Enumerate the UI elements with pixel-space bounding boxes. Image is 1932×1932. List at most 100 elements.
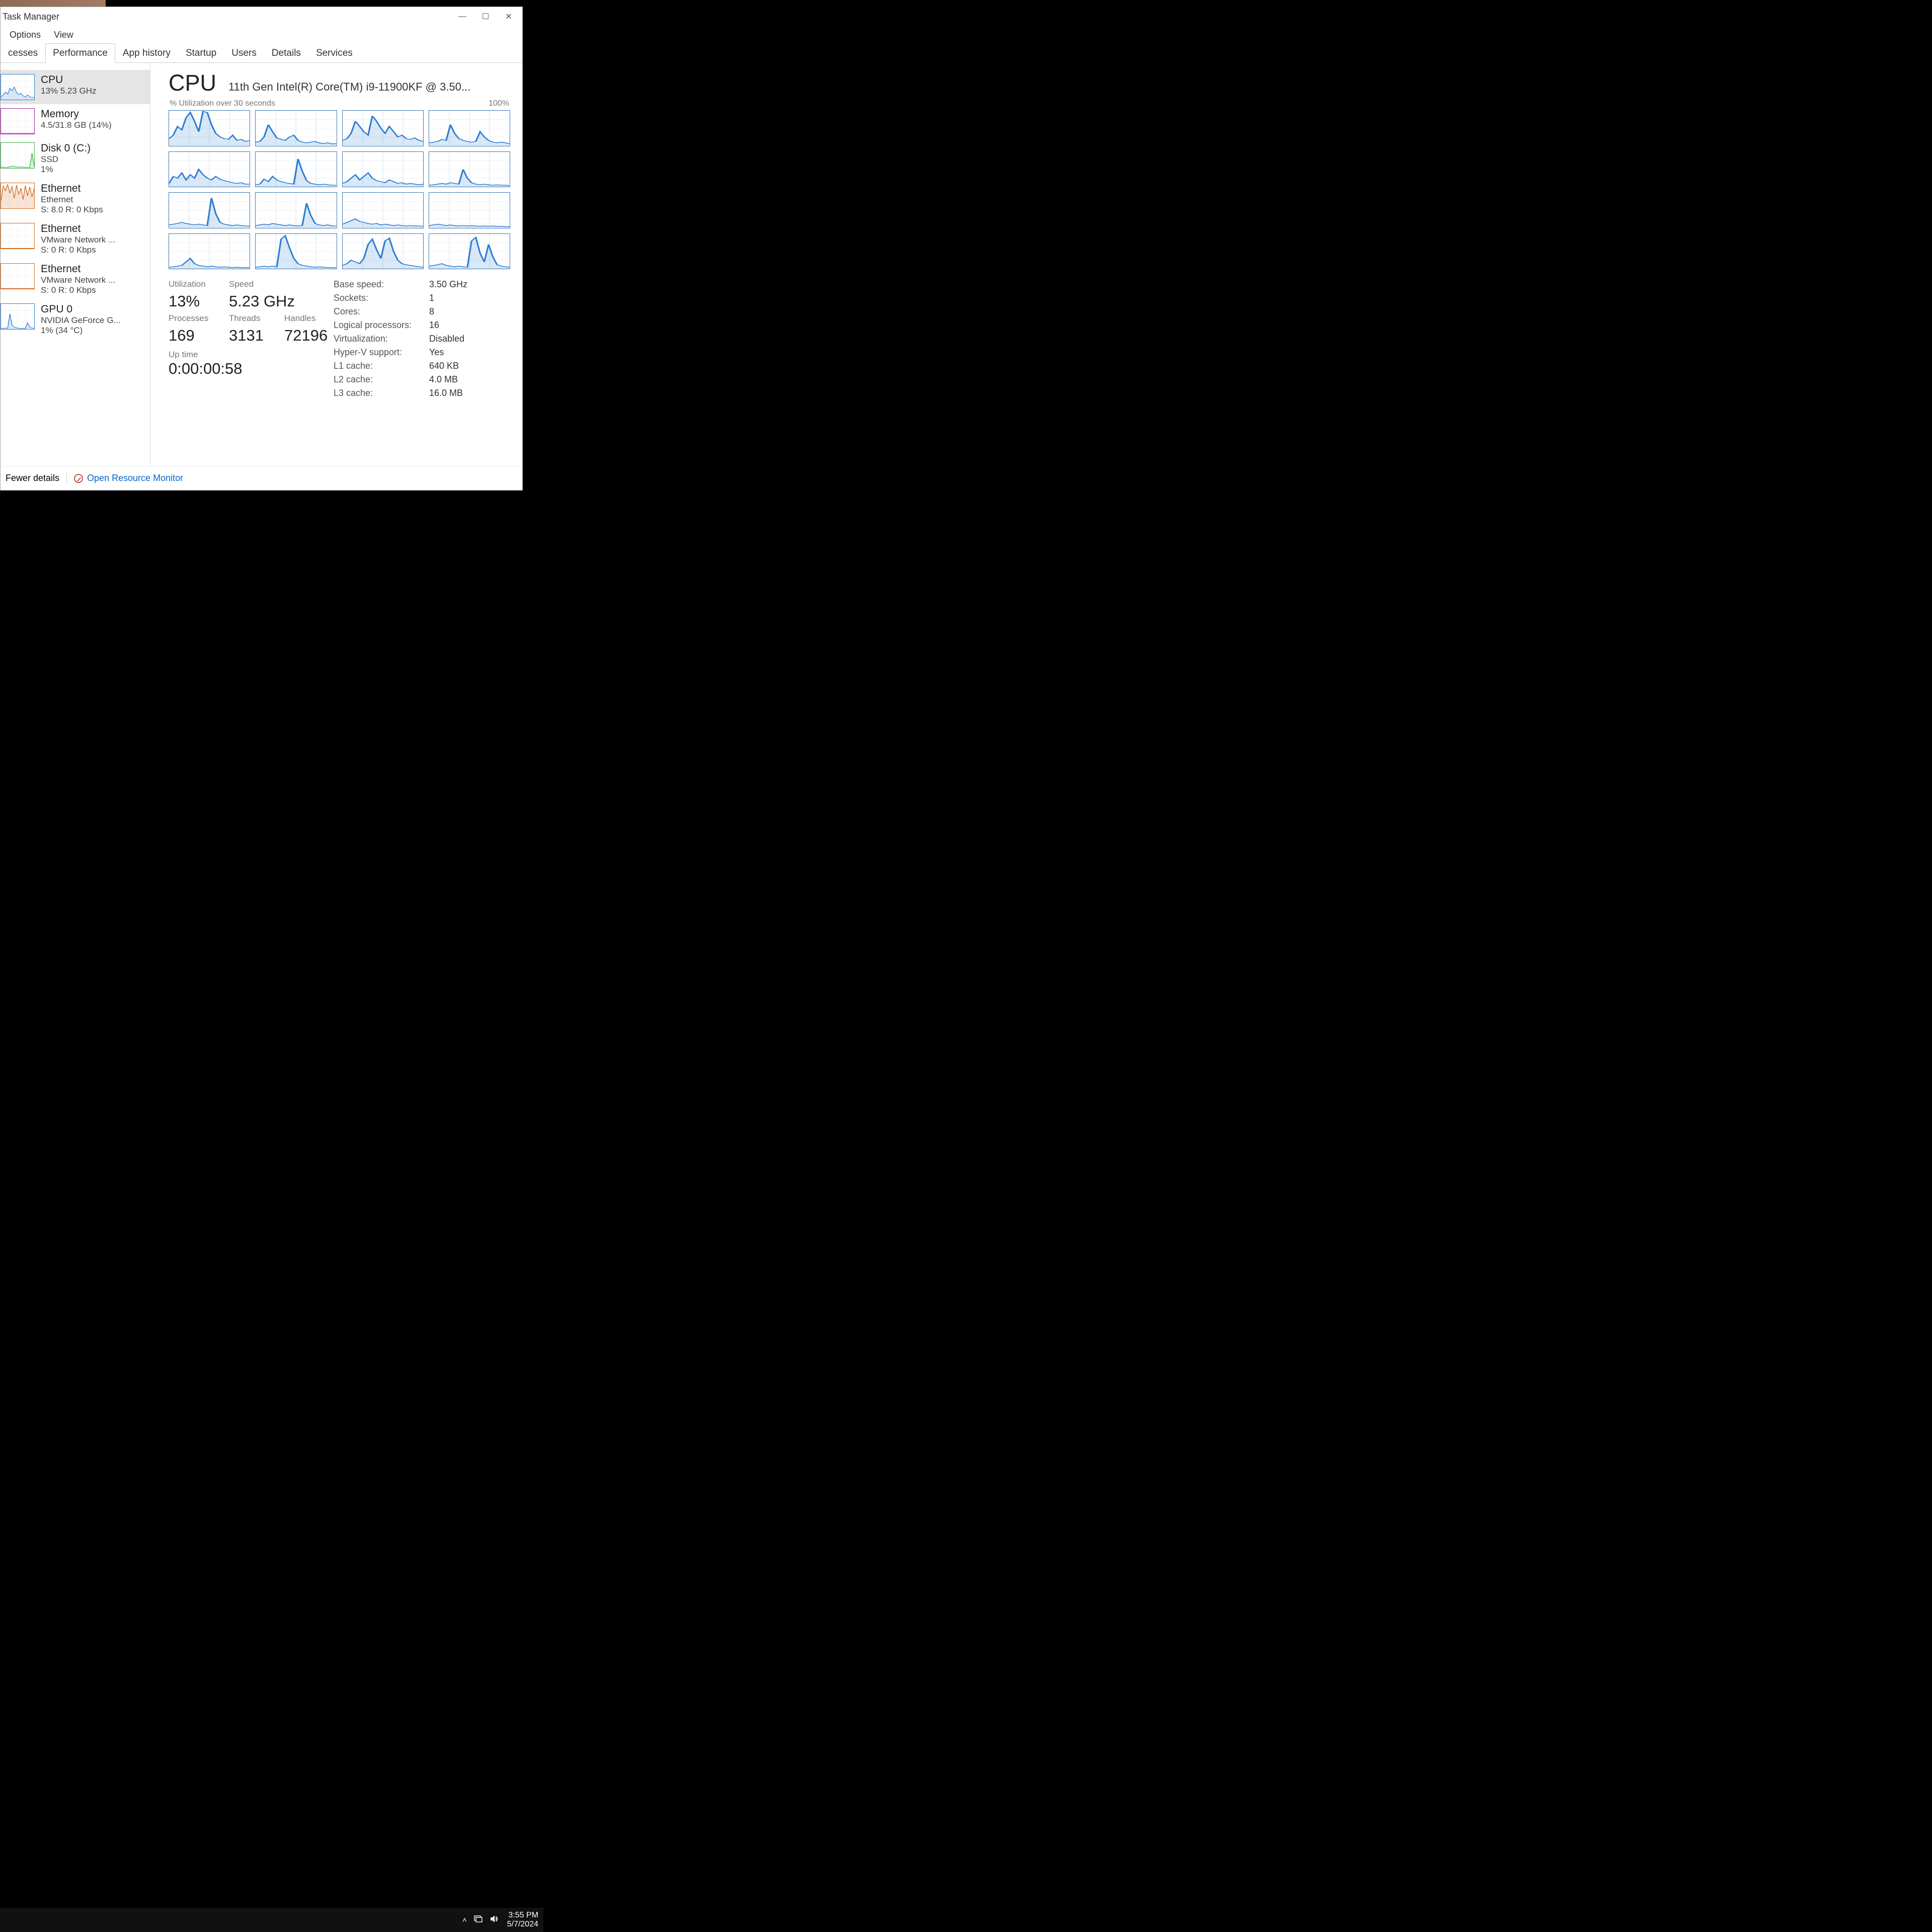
tab-startup[interactable]: Startup (178, 43, 224, 63)
tray-chevron-up-icon[interactable]: ˄ (462, 1916, 467, 1924)
clock-date: 5/7/2024 (507, 1920, 538, 1929)
utilization-value: 13% (169, 292, 229, 310)
sidebar-item-cpu[interactable]: CPU13% 5.23 GHz (1, 70, 150, 104)
open-resource-monitor-link[interactable]: Open Resource Monitor (74, 473, 183, 484)
sidebar-line3: S: 8.0 R: 0 Kbps (41, 205, 103, 215)
spec-label-5: Hyper-V support: (334, 347, 429, 358)
sidebar-title: CPU (41, 74, 97, 86)
core-chart-12 (169, 233, 250, 270)
utilization-label: Utilization (169, 279, 229, 289)
tab-performance[interactable]: Performance (45, 43, 115, 63)
core-chart-0 (169, 110, 250, 146)
sidebar-thumb-memory (1, 108, 35, 134)
sidebar-line3: 1% (41, 165, 91, 175)
sidebar-item-eth2[interactable]: EthernetVMware Network ...S: 0 R: 0 Kbps (1, 259, 150, 299)
sidebar-title: Disk 0 (C:) (41, 142, 91, 154)
network-icon[interactable] (474, 1915, 483, 1925)
core-chart-1 (255, 110, 337, 146)
chart-left-label: % Utilization over 30 seconds (170, 99, 275, 108)
menu-view[interactable]: View (53, 28, 74, 42)
sidebar-thumb-gpu0 (1, 303, 35, 330)
sidebar-line2: NVIDIA GeForce G... (41, 315, 121, 326)
volume-icon[interactable] (490, 1915, 500, 1925)
spec-label-7: L2 cache: (334, 374, 429, 385)
sidebar-line3: 1% (34 °C) (41, 326, 121, 336)
core-chart-8 (169, 192, 250, 228)
core-chart-4 (169, 151, 250, 188)
resource-monitor-icon (74, 474, 83, 483)
sidebar-thumb-cpu (1, 74, 35, 100)
spec-label-3: Logical processors: (334, 320, 429, 331)
sidebar-item-disk0[interactable]: Disk 0 (C:)SSD1% (1, 138, 150, 179)
core-chart-6 (342, 151, 424, 188)
sidebar-line2: VMware Network ... (41, 235, 115, 245)
task-manager-window: Task Manager — ☐ ✕ Options View cesses P… (0, 7, 523, 491)
taskbar-clock[interactable]: 3:55 PM 5/7/2024 (507, 1911, 538, 1929)
sidebar-thumb-eth1 (1, 223, 35, 249)
spec-value-6: 640 KB (429, 361, 510, 371)
maximize-button[interactable]: ☐ (474, 7, 497, 26)
handles-label: Handles (284, 313, 340, 324)
spec-label-0: Base speed: (334, 279, 429, 290)
taskbar[interactable]: ˄ 3:55 PM 5/7/2024 (0, 1908, 543, 1932)
sidebar-line3: S: 0 R: 0 Kbps (41, 285, 115, 295)
spec-value-1: 1 (429, 293, 510, 303)
core-chart-11 (429, 192, 510, 228)
resource-monitor-label: Open Resource Monitor (87, 473, 183, 484)
sidebar-line3: S: 0 R: 0 Kbps (41, 245, 115, 255)
spec-value-3: 16 (429, 320, 510, 331)
sidebar-line2: SSD (41, 154, 91, 165)
minimize-button[interactable]: — (451, 7, 474, 26)
spec-label-2: Cores: (334, 306, 429, 317)
core-chart-2 (342, 110, 424, 146)
tab-services[interactable]: Services (308, 43, 360, 63)
spec-label-1: Sockets: (334, 293, 429, 303)
close-button[interactable]: ✕ (497, 7, 520, 26)
spec-value-4: Disabled (429, 334, 510, 344)
core-chart-10 (342, 192, 424, 228)
threads-label: Threads (229, 313, 284, 324)
core-chart-13 (255, 233, 337, 270)
core-chart-7 (429, 151, 510, 188)
sidebar-line2: Ethernet (41, 195, 103, 205)
footer: Fewer details Open Resource Monitor (1, 466, 522, 490)
spec-value-8: 16.0 MB (429, 388, 510, 398)
clock-time: 3:55 PM (507, 1911, 538, 1920)
sidebar-item-memory[interactable]: Memory4.5/31.8 GB (14%) (1, 104, 150, 138)
tab-details[interactable]: Details (264, 43, 308, 63)
processes-label: Processes (169, 313, 229, 324)
main-panel: CPU 11th Gen Intel(R) Core(TM) i9-11900K… (150, 63, 522, 466)
sidebar-title: Ethernet (41, 183, 103, 195)
core-chart-15 (429, 233, 510, 270)
uptime-label: Up time (169, 350, 330, 360)
sidebar-title: GPU 0 (41, 303, 121, 315)
spec-label-8: L3 cache: (334, 388, 429, 398)
system-tray[interactable]: ˄ (462, 1915, 500, 1925)
fewer-details-link[interactable]: Fewer details (6, 473, 59, 484)
spec-value-0: 3.50 GHz (429, 279, 510, 290)
speed-label: Speed (229, 279, 284, 289)
core-chart-3 (429, 110, 510, 146)
window-title: Task Manager (3, 12, 59, 22)
sidebar-item-gpu0[interactable]: GPU 0NVIDIA GeForce G...1% (34 °C) (1, 299, 150, 340)
sidebar-line2: VMware Network ... (41, 275, 115, 285)
sidebar-item-eth0[interactable]: EthernetEthernetS: 8.0 R: 0 Kbps (1, 179, 150, 219)
tabs: cesses Performance App history Startup U… (1, 43, 522, 63)
sidebar-item-eth1[interactable]: EthernetVMware Network ...S: 0 R: 0 Kbps (1, 219, 150, 259)
sidebar-thumb-eth0 (1, 183, 35, 209)
chart-right-label: 100% (489, 99, 509, 108)
tab-app-history[interactable]: App history (115, 43, 178, 63)
menu-options[interactable]: Options (9, 28, 42, 42)
tab-users[interactable]: Users (224, 43, 264, 63)
spec-table: Base speed:3.50 GHzSockets:1Cores:8Logic… (334, 279, 510, 398)
titlebar[interactable]: Task Manager — ☐ ✕ (1, 7, 522, 26)
sidebar-line2: 4.5/31.8 GB (14%) (41, 120, 112, 130)
core-grid (169, 110, 510, 269)
sidebar: CPU13% 5.23 GHzMemory4.5/31.8 GB (14%)Di… (1, 63, 150, 466)
tab-processes[interactable]: cesses (1, 43, 45, 63)
sidebar-thumb-eth2 (1, 263, 35, 289)
spec-value-5: Yes (429, 347, 510, 358)
sidebar-thumb-disk0 (1, 142, 35, 169)
spec-label-6: L1 cache: (334, 361, 429, 371)
core-chart-14 (342, 233, 424, 270)
